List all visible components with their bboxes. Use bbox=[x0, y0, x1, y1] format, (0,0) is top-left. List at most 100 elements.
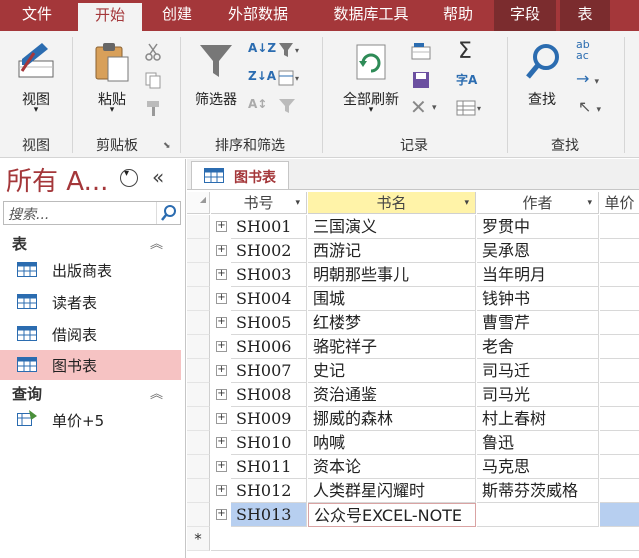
cell-title[interactable]: 呐喊 bbox=[308, 431, 476, 455]
cell-author[interactable]: 吴承恩 bbox=[477, 239, 599, 263]
nav-section-tables[interactable]: 表 ︽ bbox=[0, 231, 185, 255]
cell-author[interactable]: 罗贯中 bbox=[477, 215, 599, 239]
tab-help[interactable]: 帮助 bbox=[432, 0, 484, 31]
tab-home[interactable]: 开始 bbox=[78, 3, 142, 31]
tab-database-tools[interactable]: 数据库工具 bbox=[316, 0, 426, 31]
row-selector[interactable] bbox=[187, 263, 210, 287]
expand-subdatasheet-icon[interactable]: + bbox=[216, 365, 227, 376]
cell-title[interactable]: 史记 bbox=[308, 359, 476, 383]
sort-descending-icon[interactable]: Z↓A bbox=[248, 69, 276, 83]
search-button[interactable] bbox=[156, 202, 180, 224]
cell-price[interactable] bbox=[600, 503, 639, 527]
cell-book-id[interactable]: SH006 bbox=[231, 335, 307, 359]
cell-author[interactable]: 马克思 bbox=[477, 455, 599, 479]
refresh-all-button[interactable]: 全部刷新 ▾ bbox=[336, 39, 406, 119]
tab-file[interactable]: 文件 bbox=[8, 0, 66, 31]
cell-price[interactable] bbox=[600, 479, 639, 503]
cell-price[interactable] bbox=[600, 311, 639, 335]
find-button[interactable]: 查找 bbox=[514, 39, 570, 119]
remove-sort-icon[interactable]: A↕ bbox=[248, 97, 267, 111]
cell-title[interactable]: 人类群星闪耀时 bbox=[308, 479, 476, 503]
more-icon[interactable]: ▾ bbox=[456, 99, 486, 117]
cell-price[interactable] bbox=[600, 215, 639, 239]
nav-item-borrow-table[interactable]: 借阅表 bbox=[0, 319, 181, 349]
cell-title[interactable]: 资本论 bbox=[308, 455, 476, 479]
cell-price[interactable] bbox=[600, 431, 639, 455]
cell-book-id[interactable]: SH013 bbox=[231, 503, 307, 527]
new-record-icon[interactable] bbox=[410, 43, 432, 61]
advanced-filter-icon[interactable]: ▾ bbox=[278, 69, 302, 87]
cell-title[interactable]: 骆驼祥子 bbox=[308, 335, 476, 359]
cell-title[interactable]: 明朝那些事儿 bbox=[308, 263, 476, 287]
view-button[interactable]: 视图 ▾ bbox=[8, 39, 64, 119]
row-selector[interactable] bbox=[187, 359, 210, 383]
cell-author[interactable]: 村上春树 bbox=[477, 407, 599, 431]
format-painter-icon[interactable] bbox=[144, 99, 162, 117]
paste-button[interactable]: 粘贴 ▾ bbox=[84, 39, 140, 119]
cell-author[interactable]: 曹雪芹 bbox=[477, 311, 599, 335]
filter-button[interactable]: 筛选器 bbox=[188, 39, 244, 119]
cell-author[interactable]: 钱钟书 bbox=[477, 287, 599, 311]
tab-table[interactable]: 表 bbox=[560, 0, 610, 31]
expand-subdatasheet-icon[interactable]: + bbox=[216, 293, 227, 304]
cell-title[interactable]: 挪威的森林 bbox=[308, 407, 476, 431]
row-selector[interactable] bbox=[187, 503, 210, 527]
document-tab-book-table[interactable]: 图书表 bbox=[191, 161, 289, 189]
expand-subdatasheet-icon[interactable]: + bbox=[216, 221, 227, 232]
cell-author[interactable]: 老舍 bbox=[477, 335, 599, 359]
row-selector[interactable] bbox=[187, 311, 210, 335]
cell-book-id[interactable]: SH004 bbox=[231, 287, 307, 311]
column-header-price[interactable]: 单价 bbox=[600, 192, 639, 214]
expand-subdatasheet-icon[interactable]: + bbox=[216, 437, 227, 448]
cell-author[interactable]: 斯蒂芬茨威格 bbox=[477, 479, 599, 503]
replace-icon[interactable]: ab ac bbox=[576, 39, 590, 61]
save-icon[interactable] bbox=[410, 71, 432, 89]
cell-author[interactable]: 鲁迅 bbox=[477, 431, 599, 455]
nav-item-publisher-table[interactable]: 出版商表 bbox=[0, 255, 181, 285]
cell-price[interactable] bbox=[600, 383, 639, 407]
cell-book-id[interactable]: SH007 bbox=[231, 359, 307, 383]
column-header-author[interactable]: 作者 ▾ bbox=[477, 192, 599, 214]
row-selector[interactable] bbox=[187, 335, 210, 359]
cell-book-id[interactable]: SH011 bbox=[231, 455, 307, 479]
row-selector[interactable] bbox=[187, 455, 210, 479]
cell-book-id[interactable]: SH005 bbox=[231, 311, 307, 335]
cell-author[interactable] bbox=[477, 503, 599, 527]
spelling-icon[interactable]: 字A bbox=[456, 71, 477, 88]
expand-subdatasheet-icon[interactable]: + bbox=[216, 317, 227, 328]
row-selector[interactable] bbox=[187, 287, 210, 311]
row-selector[interactable] bbox=[187, 383, 210, 407]
cell-price[interactable] bbox=[600, 407, 639, 431]
nav-section-queries[interactable]: 查询 ︽ bbox=[0, 381, 185, 405]
cell-title[interactable]: 西游记 bbox=[308, 239, 476, 263]
navigation-search-input[interactable]: 搜索... bbox=[3, 201, 181, 225]
nav-item-book-table[interactable]: 图书表 bbox=[0, 350, 181, 380]
chevron-down-icon[interactable]: ▾ bbox=[464, 192, 469, 214]
sort-ascending-icon[interactable]: A↓Z bbox=[248, 41, 276, 55]
navigation-pane-title[interactable]: 所有 A... bbox=[6, 161, 108, 198]
cell-book-id[interactable]: SH003 bbox=[231, 263, 307, 287]
expand-subdatasheet-icon[interactable]: + bbox=[216, 461, 227, 472]
row-selector[interactable] bbox=[187, 479, 210, 503]
go-to-icon[interactable]: → ▾ bbox=[576, 69, 599, 88]
cell-book-id[interactable]: SH002 bbox=[231, 239, 307, 263]
cell-title[interactable]: 公众号EXCEL-NOTE bbox=[308, 503, 476, 527]
cell-book-id[interactable]: SH010 bbox=[231, 431, 307, 455]
cell-author[interactable]: 司马光 bbox=[477, 383, 599, 407]
totals-icon[interactable]: Σ bbox=[458, 39, 472, 64]
expand-subdatasheet-icon[interactable]: + bbox=[216, 389, 227, 400]
expand-subdatasheet-icon[interactable]: + bbox=[216, 485, 227, 496]
tab-external-data[interactable]: 外部数据 bbox=[214, 0, 302, 31]
expand-subdatasheet-icon[interactable]: + bbox=[216, 509, 227, 520]
cell-author[interactable]: 司马迁 bbox=[477, 359, 599, 383]
cell-title[interactable]: 资治通鉴 bbox=[308, 383, 476, 407]
navigation-menu-dropdown[interactable]: ▾ bbox=[120, 168, 138, 187]
chevron-down-icon[interactable]: ▾ bbox=[587, 192, 592, 214]
cell-book-id[interactable]: SH008 bbox=[231, 383, 307, 407]
cell-price[interactable] bbox=[600, 455, 639, 479]
nav-item-reader-table[interactable]: 读者表 bbox=[0, 287, 181, 317]
expand-subdatasheet-icon[interactable]: + bbox=[216, 341, 227, 352]
cell-book-id[interactable]: SH009 bbox=[231, 407, 307, 431]
column-header-title[interactable]: 书名 ▾ bbox=[308, 192, 476, 214]
row-selector[interactable] bbox=[187, 431, 210, 455]
